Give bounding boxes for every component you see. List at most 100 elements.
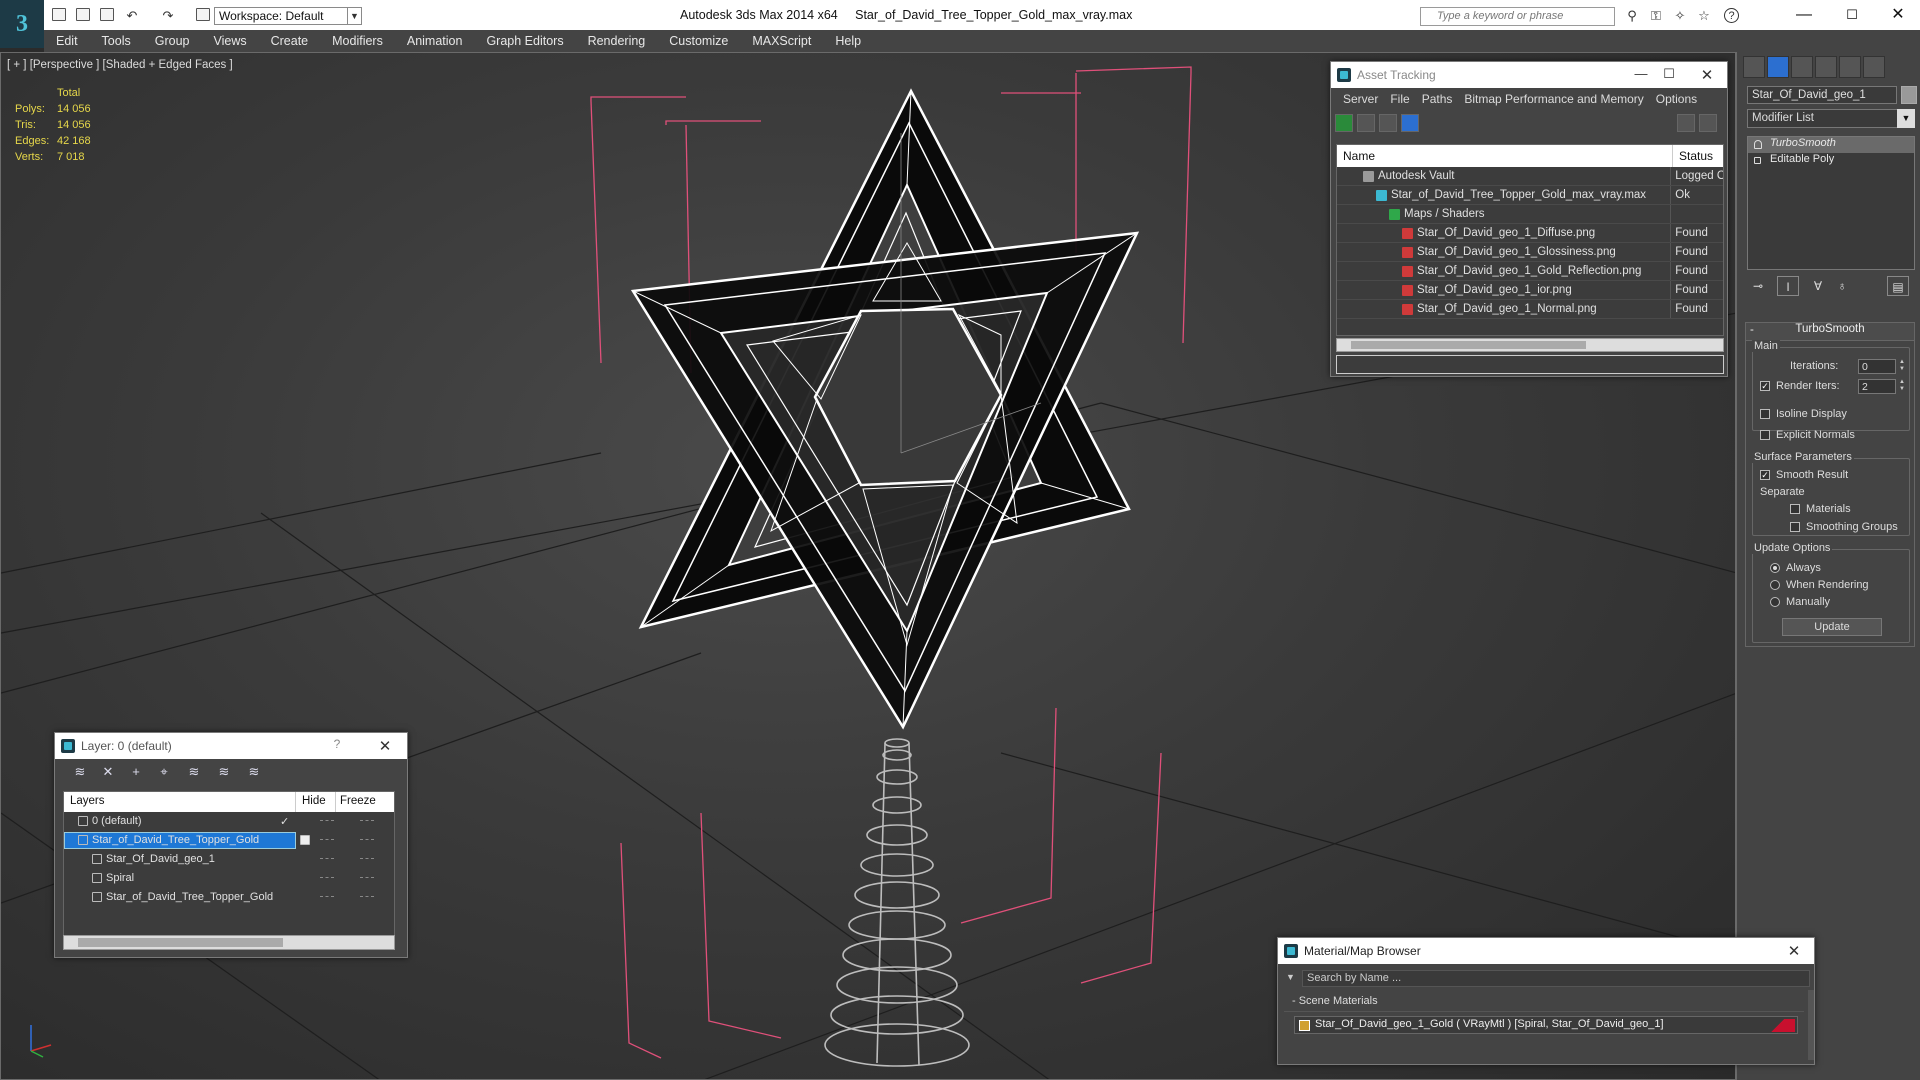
menu-group[interactable]: Group (143, 34, 202, 48)
chevron-down-icon[interactable]: ▼ (1286, 972, 1295, 982)
communication-icon[interactable]: ✧ (1672, 8, 1688, 24)
set-current-layer-icon[interactable] (300, 835, 310, 845)
minimize-icon[interactable]: — (1631, 66, 1651, 81)
asset-path-field[interactable] (1336, 355, 1724, 374)
menu-views[interactable]: Views (201, 34, 258, 48)
stack-item-turbosmooth[interactable]: TurboSmooth (1748, 137, 1914, 153)
subscription-icon[interactable]: ⚿ (1648, 8, 1664, 24)
asset-menu-file[interactable]: File (1384, 92, 1415, 106)
smooth-result-checkbox[interactable]: ✓ (1760, 470, 1770, 480)
asset-menu-bitmap[interactable]: Bitmap Performance and Memory (1458, 92, 1649, 106)
maximize-icon[interactable]: ☐ (1659, 66, 1679, 82)
horizontal-scrollbar[interactable] (63, 935, 395, 950)
list-view-icon[interactable] (1357, 114, 1375, 132)
new-file-icon[interactable] (52, 8, 66, 21)
asset-row[interactable]: Star_of_David_Tree_Topper_Gold_max_vray.… (1337, 186, 1723, 205)
add-to-layer-icon[interactable]: + (127, 764, 145, 780)
manually-radio[interactable] (1770, 597, 1780, 607)
close-icon[interactable]: ✕ (375, 737, 395, 755)
motion-tab-icon[interactable] (1815, 56, 1837, 78)
vertical-scrollbar[interactable] (1808, 990, 1814, 1060)
asset-menu-server[interactable]: Server (1337, 92, 1384, 106)
asset-row[interactable]: Maps / Shaders (1337, 205, 1723, 224)
maximize-icon[interactable]: ☐ (1830, 2, 1874, 28)
chevron-down-icon[interactable]: ▼ (347, 7, 361, 25)
menu-tools[interactable]: Tools (90, 34, 143, 48)
menu-graph-editors[interactable]: Graph Editors (474, 34, 575, 48)
object-name-field[interactable]: Star_Of_David_geo_1 (1747, 86, 1897, 104)
spinner-arrows-icon[interactable]: ▲ ▼ (1898, 359, 1906, 374)
asset-row[interactable]: Star_Of_David_geo_1_Glossiness.png Found (1337, 243, 1723, 262)
lightbulb-icon[interactable] (1754, 140, 1762, 149)
binoculars-icon[interactable]: ⚲ (1624, 8, 1640, 24)
new-layer-icon[interactable]: ≋ (71, 764, 89, 780)
update-button[interactable]: Update (1782, 618, 1882, 636)
delete-layer-icon[interactable]: ✕ (99, 764, 117, 780)
freeze-toggle[interactable] (360, 896, 374, 898)
select-highlighted-icon[interactable]: ⌖ (155, 764, 173, 780)
hide-toggle[interactable] (320, 820, 334, 822)
settings-icon[interactable] (1699, 114, 1717, 132)
search-input[interactable]: Type a keyword or phrase (1420, 7, 1615, 26)
layer-row[interactable]: Star_Of_David_geo_1 (64, 850, 394, 869)
show-end-result-icon[interactable]: Ι (1777, 276, 1799, 296)
close-icon[interactable]: ✕ (1697, 66, 1717, 84)
layer-row[interactable]: 0 (default) ✓ (64, 812, 394, 831)
collapse-icon[interactable]: - (1750, 324, 1754, 336)
detail-view-icon[interactable] (1379, 114, 1397, 132)
hide-toggle[interactable] (320, 877, 334, 879)
material-item[interactable]: Star_Of_David_geo_1_Gold ( VRayMtl ) [Sp… (1294, 1016, 1798, 1034)
create-tab-icon[interactable] (1743, 56, 1765, 78)
asset-row[interactable]: Star_Of_David_geo_1_Diffuse.png Found (1337, 224, 1723, 243)
star-of-david-model[interactable] (630, 88, 1140, 730)
asset-tracking-titlebar[interactable]: Asset Tracking — ☐ ✕ (1331, 62, 1727, 88)
app-logo[interactable]: 3 (0, 0, 44, 48)
scene-materials-section[interactable]: - Scene Materials (1284, 995, 1804, 1012)
layer-window-titlebar[interactable]: Layer: 0 (default) ? ✕ (55, 733, 407, 759)
modify-tab-icon[interactable] (1767, 56, 1789, 78)
always-radio[interactable] (1770, 563, 1780, 573)
menu-edit[interactable]: Edit (44, 34, 90, 48)
column-status-header[interactable]: Status (1673, 145, 1719, 167)
column-name-header[interactable]: Name (1337, 145, 1673, 167)
menu-modifiers[interactable]: Modifiers (320, 34, 395, 48)
close-icon[interactable]: ✕ (1876, 2, 1920, 28)
layer-row[interactable]: Spiral (64, 869, 394, 888)
render-iters-spinner[interactable]: 2 (1858, 379, 1896, 394)
hierarchy-tab-icon[interactable] (1791, 56, 1813, 78)
hide-toggle[interactable] (320, 839, 334, 841)
menu-animation[interactable]: Animation (395, 34, 475, 48)
modifier-list-dropdown[interactable]: Modifier List (1747, 109, 1909, 128)
asset-menu-paths[interactable]: Paths (1416, 92, 1459, 106)
asset-row[interactable]: Star_Of_David_geo_1_Normal.png Found (1337, 300, 1723, 319)
menu-help[interactable]: Help (823, 34, 873, 48)
menu-rendering[interactable]: Rendering (576, 34, 658, 48)
menu-customize[interactable]: Customize (657, 34, 740, 48)
undo-icon[interactable]: ↶ (124, 8, 140, 24)
material-browser-titlebar[interactable]: Material/Map Browser ✕ (1278, 938, 1814, 964)
explicit-normals-checkbox[interactable] (1760, 430, 1770, 440)
iterations-spinner[interactable]: 0 (1858, 359, 1896, 374)
display-tab-icon[interactable] (1839, 56, 1861, 78)
layers-column-header[interactable]: Layers (64, 792, 296, 812)
render-iters-checkbox[interactable]: ✓ (1760, 381, 1770, 391)
smoothing-groups-checkbox[interactable] (1790, 522, 1800, 532)
hide-toggle[interactable] (320, 896, 334, 898)
table-view-icon[interactable] (1401, 114, 1419, 132)
current-layer-check-icon[interactable]: ✓ (280, 815, 289, 828)
favorites-star-icon[interactable]: ☆ (1696, 8, 1712, 24)
materials-checkbox[interactable] (1790, 504, 1800, 514)
stack-item-editable-poly[interactable]: Editable Poly (1748, 153, 1914, 169)
menu-maxscript[interactable]: MAXScript (740, 34, 823, 48)
open-file-icon[interactable] (76, 8, 90, 21)
freeze-column-header[interactable]: Freeze (336, 792, 376, 812)
refresh-icon[interactable] (1335, 114, 1353, 132)
hide-column-header[interactable]: Hide (296, 792, 336, 812)
asset-row[interactable]: Autodesk Vault Logged Out (1337, 167, 1723, 186)
hide-unhide-all-icon[interactable]: ≋ (215, 764, 233, 780)
menu-create[interactable]: Create (259, 34, 321, 48)
utilities-tab-icon[interactable] (1863, 56, 1885, 78)
layer-row[interactable]: Star_of_David_Tree_Topper_Gold (64, 888, 394, 907)
expand-plus-icon[interactable] (1754, 157, 1761, 164)
save-file-icon[interactable] (100, 8, 114, 21)
